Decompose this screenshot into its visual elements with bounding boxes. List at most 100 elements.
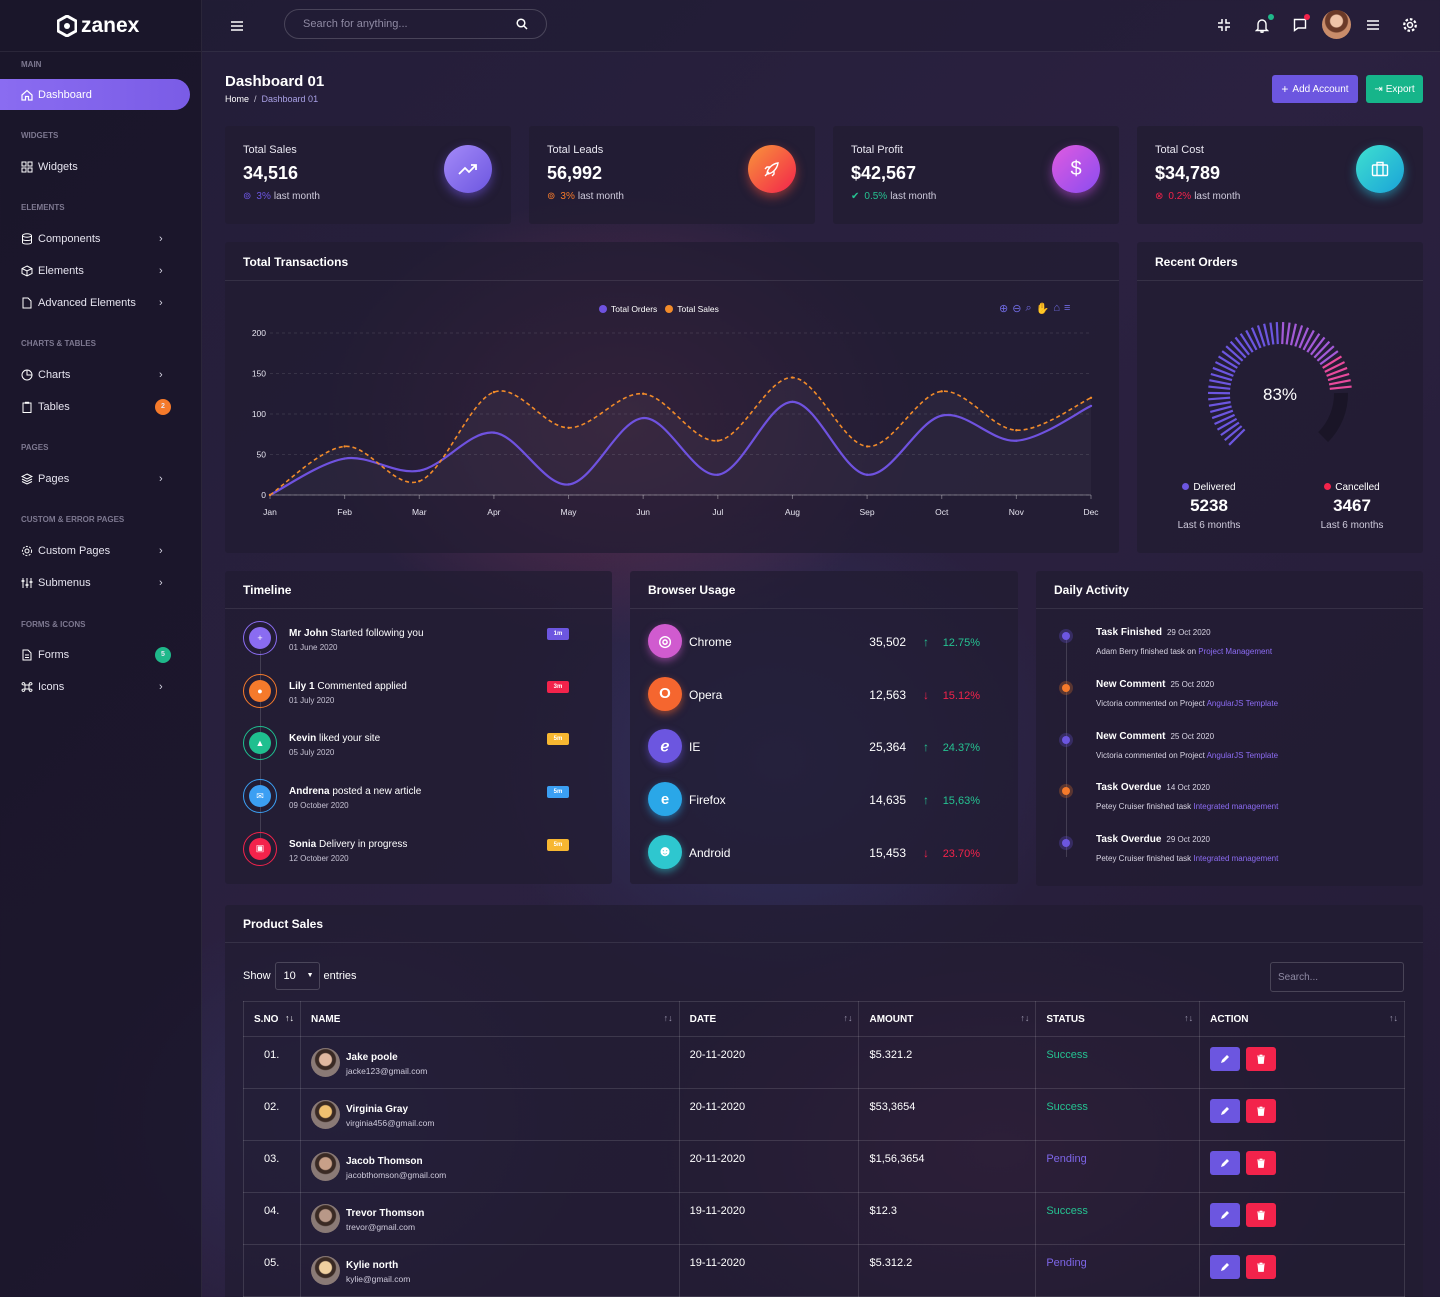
stat-change-label: last month	[1194, 191, 1241, 202]
column-header[interactable]: NAME ↑↓	[299, 1001, 680, 1037]
activity-link[interactable]: AngularJS Template	[1207, 699, 1278, 708]
x-tick-label: Mar	[412, 507, 427, 517]
y-tick-label: 200	[252, 328, 266, 338]
column-header[interactable]: AMOUNT ↑↓	[858, 1001, 1037, 1037]
sidebar-item-submenus[interactable]: Submenus ›	[0, 567, 190, 598]
sidebar-item-elements[interactable]: Elements ›	[0, 255, 190, 286]
activity-link[interactable]: Project Management	[1198, 647, 1272, 656]
cell-name: Virginia Gray virginia456@gmail.com	[299, 1088, 680, 1141]
delete-button[interactable]	[1246, 1099, 1277, 1123]
chevron-right-icon: ›	[159, 232, 163, 245]
orders-point	[343, 457, 346, 460]
browser-percent: 12.75%	[942, 637, 980, 649]
trending-up-icon	[444, 145, 492, 193]
activity-link[interactable]: Integrated management	[1193, 802, 1278, 811]
export-button[interactable]: ⇥ Export	[1366, 75, 1423, 103]
stat-change: ⊚ 3% last month	[547, 191, 624, 202]
activity-desc-text: Adam Berry finished task on	[1096, 647, 1199, 656]
sidebar-item-pages[interactable]: Pages ›	[0, 463, 190, 494]
sidebar-item-advanced-elements[interactable]: Advanced Elements ›	[0, 287, 190, 318]
user-avatar[interactable]	[1322, 10, 1351, 39]
menu-lines-icon[interactable]	[1359, 11, 1387, 39]
stat-change-label: last month	[890, 191, 937, 202]
browser-value: 14,635	[869, 793, 906, 808]
trash-icon	[1257, 1262, 1266, 1272]
column-header[interactable]: ACTION ↑↓	[1199, 1001, 1405, 1037]
activity-description: Adam Berry finished task on Project Mana…	[1096, 647, 1272, 656]
cell-sno: 01.	[243, 1036, 301, 1089]
edit-button[interactable]	[1210, 1047, 1241, 1071]
stat-card-total-cost: Total Cost $34,789 ⊗ 0.2% last month	[1137, 126, 1423, 224]
activity-title: New Comment 25 Oct 2020	[1096, 731, 1214, 742]
chrome-icon: ◎	[648, 624, 682, 658]
table-search-input[interactable]: Search...	[1270, 962, 1404, 992]
delete-button[interactable]	[1246, 1255, 1277, 1279]
stat-change-pct: 3%	[560, 191, 575, 202]
timeline-date: 09 October 2020	[289, 801, 349, 811]
card-divider	[225, 608, 612, 609]
delete-button[interactable]	[1246, 1047, 1277, 1071]
firefox-icon: e	[648, 782, 682, 817]
edit-button[interactable]	[1210, 1203, 1241, 1227]
activity-link[interactable]: Integrated management	[1193, 854, 1278, 863]
sidebar-item-custom-pages[interactable]: Custom Pages ›	[0, 535, 190, 566]
edit-button[interactable]	[1210, 1099, 1241, 1123]
x-tick-label: Feb	[337, 507, 352, 517]
timeline-item: ▣ Sonia Delivery in progress 12 October 20…	[243, 831, 583, 872]
activity-link[interactable]: AngularJS Template	[1207, 751, 1278, 760]
column-header[interactable]: S.NO ↑↓	[243, 1001, 301, 1037]
sidebar-item-charts[interactable]: Charts ›	[0, 359, 190, 390]
browser-usage-card: Browser Usage ◎ Chrome 35,502 ↑ 12.75% O Opera…	[630, 571, 1018, 884]
delete-button[interactable]	[1246, 1203, 1277, 1227]
activity-desc-text: Victoria commented on Project	[1096, 698, 1207, 708]
activity-date: 14 Oct 2020	[1166, 783, 1210, 793]
fullscreen-exit-icon[interactable]	[1210, 11, 1238, 39]
activity-description: Victoria commented on Project AngularJS …	[1096, 699, 1278, 708]
brand-logo[interactable]: zanex	[0, 0, 201, 52]
timeline-action: liked your site	[316, 733, 381, 745]
browser-row: ◎ Chrome 35,502 ↑ 12.75%	[648, 622, 1000, 662]
breadcrumb-home[interactable]: Home	[225, 94, 249, 104]
sidebar-item-dashboard[interactable]: Dashboard	[0, 79, 190, 110]
entries-select[interactable]: 10 ▼	[274, 962, 320, 990]
search-input[interactable]: Search for anything...	[284, 9, 547, 39]
activity-title: Task Finished 29 Oct 2020	[1096, 627, 1211, 638]
mail-icon: ✉	[249, 785, 271, 808]
stat-card-total-leads: Total Leads 56,992 ⊚ 3% last month	[529, 126, 815, 224]
sales-point	[716, 439, 720, 442]
sidebar-item-components[interactable]: Components ›	[0, 223, 190, 254]
sidebar-item-tables[interactable]: Tables 2	[0, 391, 190, 422]
orders-point	[1015, 439, 1018, 442]
gauge-tick	[1234, 336, 1250, 356]
table-header-row: S.NO ↑↓ NAME ↑↓ DATE ↑↓ AMOUNT ↑↓ STATUS ↑↓ A…	[243, 1001, 1405, 1037]
gauge-tick	[1209, 379, 1232, 386]
cell-action	[1199, 1192, 1405, 1245]
activity-date: 29 Oct 2020	[1166, 835, 1210, 845]
search-placeholder: Search for anything...	[303, 18, 408, 30]
entries-value: 10	[283, 970, 296, 982]
cell-date: 20-11-2020	[678, 1140, 860, 1193]
sidebar-item-icons[interactable]: Icons ›	[0, 671, 190, 702]
table-row: 04. Trevor Thomson trevor@gmail.com 19-11-2…	[243, 1192, 1405, 1245]
sidebar-item-label: Forms	[38, 648, 70, 661]
cancelled-stat: Cancelled 3467 Last 6 months	[1302, 482, 1402, 531]
search-icon[interactable]	[516, 18, 528, 33]
column-header[interactable]: DATE ↑↓	[678, 1001, 860, 1037]
column-header[interactable]: STATUS ↑↓	[1035, 1001, 1201, 1037]
settings-gear-icon[interactable]	[1396, 11, 1424, 39]
menu-toggle-button[interactable]	[223, 12, 251, 40]
y-tick-label: 50	[257, 450, 267, 460]
sidebar-item-forms[interactable]: Forms 5	[0, 639, 190, 670]
sidebar-item-widgets[interactable]: Widgets	[0, 151, 190, 182]
gauge-tick	[1310, 336, 1326, 356]
x-tick-label: May	[561, 507, 578, 517]
delete-button[interactable]	[1246, 1151, 1277, 1175]
delivered-label: Delivered	[1159, 482, 1259, 493]
entries-label: entries	[323, 970, 357, 982]
table-row: 02. Virginia Gray virginia456@gmail.com 20-…	[243, 1088, 1405, 1141]
delivered-value: 5238	[1190, 496, 1228, 515]
edit-button[interactable]	[1210, 1151, 1241, 1175]
edit-button[interactable]	[1210, 1255, 1241, 1279]
add-account-button[interactable]: + Add Account	[1272, 75, 1358, 103]
x-tick-label: Aug	[785, 507, 800, 517]
